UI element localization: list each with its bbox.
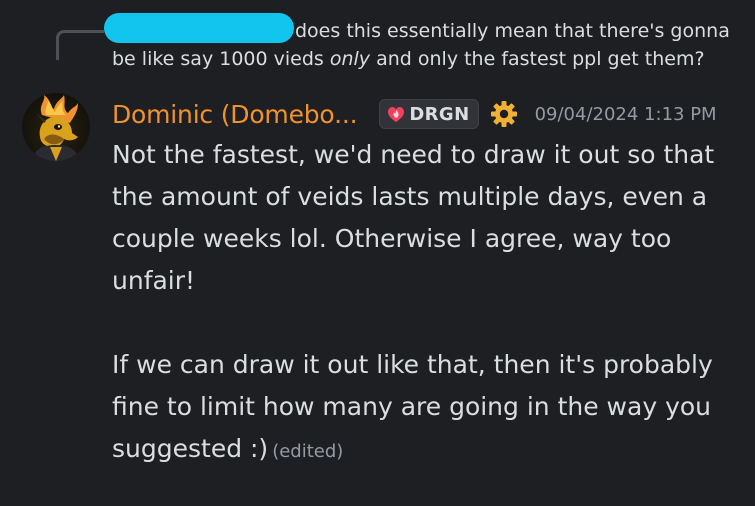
username[interactable]: Dominic (Domebo... [112,100,358,129]
reply-text-emphasis: only [329,48,371,70]
dragon-avatar-icon [32,95,80,161]
reply-preview[interactable]: does this essentially mean that there's … [112,17,742,73]
message-header: Dominic (Domebo... DRGN 09/04/2024 1:13 … [112,94,717,134]
reply-text-line2-end: and only the fastest ppl get them? [370,48,705,70]
server-tag[interactable]: DRGN [379,99,479,129]
reply-connector [56,30,104,60]
message-content: Not the fastest, we'd need to draw it ou… [112,134,742,473]
message-paragraph-text: If we can draw it out like that, then it… [112,350,713,463]
heart-flame-icon [388,107,405,122]
edited-indicator: (edited) [272,441,344,462]
timestamp[interactable]: 09/04/2024 1:13 PM [535,104,717,125]
message-paragraph: If we can draw it out like that, then it… [112,344,742,473]
message-paragraph: Not the fastest, we'd need to draw it ou… [112,140,715,295]
reply-text-line1: does this essentially mean that there's … [295,20,730,42]
server-tag-label: DRGN [409,103,470,125]
reply-text-line2-start: be like say 1000 vieds [112,48,330,70]
gear-icon[interactable] [489,99,519,129]
discord-message: does this essentially mean that there's … [0,0,755,506]
avatar[interactable] [22,93,90,161]
